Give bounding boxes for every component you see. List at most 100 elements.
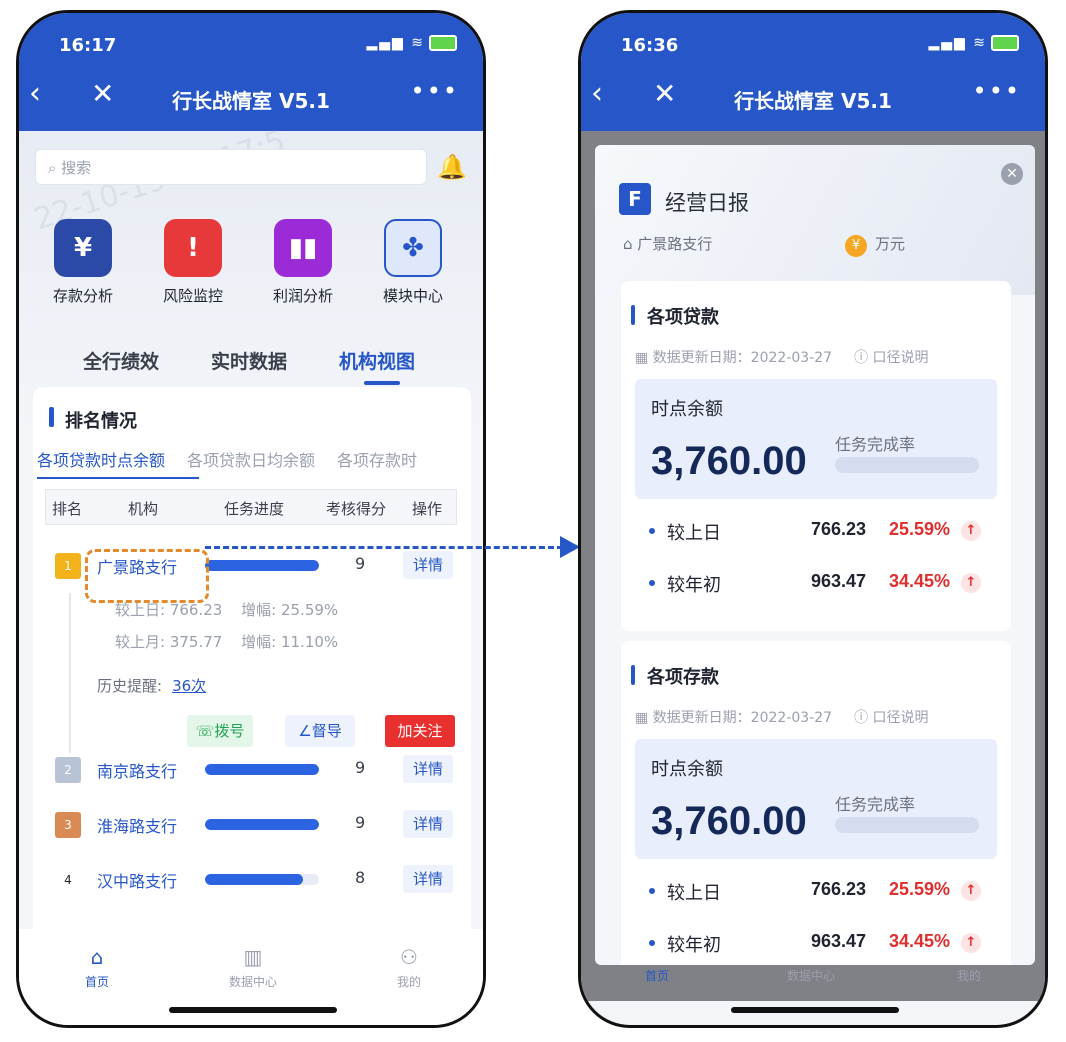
progress-fill: [205, 764, 319, 775]
battery-icon: [991, 35, 1019, 51]
branch-meta: ⌂ 广景路支行: [623, 233, 712, 254]
date-text: 数据更新日期：2022-03-27: [652, 350, 833, 366]
tab-underline: [364, 381, 400, 385]
supervise-button[interactable]: ∠督导: [285, 715, 355, 747]
tab-realtime[interactable]: 实时数据: [211, 347, 287, 374]
table-row[interactable]: 2 南京路支行 9 详情: [45, 755, 457, 785]
detail-button[interactable]: 详情: [403, 755, 453, 783]
bar-chart-icon: ▮▮: [274, 219, 332, 277]
change-percent: 25.59%: [889, 879, 951, 899]
section-title: 各项贷款: [647, 307, 719, 328]
metric-label: 较上日:: [115, 601, 166, 619]
progress-bar: [205, 764, 319, 775]
tab-data-center[interactable]: 数据中心: [787, 967, 835, 984]
th-score: 考核得分: [326, 500, 387, 518]
tab-data-center[interactable]: ▥ 数据中心: [213, 945, 293, 990]
note-link[interactable]: 口径说明: [873, 350, 929, 366]
balance-box: 时点余额 3,760.00 任务完成率: [635, 739, 997, 859]
rank-badge: 4: [55, 867, 81, 893]
search-input[interactable]: ⌕ 搜索: [35, 149, 427, 185]
metric-label: 增幅:: [241, 601, 277, 619]
metric-day: 较上日: 766.23 增幅: 25.59%: [115, 599, 338, 620]
change-label: 较上日: [667, 523, 721, 544]
quick-action-label: 存款分析: [52, 287, 113, 305]
update-date: ▦ 数据更新日期：2022-03-27 ⓘ 口径说明: [635, 347, 929, 367]
close-icon[interactable]: ✕: [1001, 163, 1023, 185]
change-value: 766.23: [811, 879, 867, 899]
home-indicator: [169, 1007, 337, 1013]
detail-button[interactable]: 详情: [403, 810, 453, 838]
metric-label: 增幅:: [241, 633, 277, 651]
subtab-loan-daily[interactable]: 各项贷款日均余额: [187, 447, 315, 471]
branch-name[interactable]: 淮海路支行: [97, 813, 177, 837]
follow-button[interactable]: 加关注: [385, 715, 455, 747]
detail-button[interactable]: 详情: [403, 865, 453, 893]
more-icon[interactable]: •••: [973, 77, 1021, 105]
tab-institution[interactable]: 机构视图: [339, 347, 415, 374]
report-logo-icon: F: [619, 183, 651, 215]
unit-label: 万元: [875, 235, 906, 253]
change-label: 较年初: [667, 935, 721, 956]
subtab-loan-point[interactable]: 各项贷款时点余额: [37, 447, 165, 471]
progress-fill: [205, 819, 319, 830]
section-title: 各项存款: [647, 667, 719, 688]
history-reminder: 历史提醒: 36次: [97, 675, 206, 696]
calendar-icon: ▦: [635, 710, 653, 726]
money-bag-icon: ¥: [54, 219, 112, 277]
phone-right: 16:36 ▂▄▆ ≋ ‹ ✕ 行长战情室 V5.1 ••• F 经营日报 ✕ …: [578, 10, 1048, 1028]
status-time: 16:36: [621, 35, 679, 56]
quick-action-deposit[interactable]: ¥ 存款分析: [33, 219, 133, 306]
status-icons: ▂▄▆ ≋: [929, 35, 1019, 51]
change-label: 较上日: [667, 883, 721, 904]
tab-overall[interactable]: 全行绩效: [83, 347, 159, 374]
tab-mine[interactable]: 我的: [957, 967, 981, 984]
quick-action-risk[interactable]: ! 风险监控: [143, 219, 243, 306]
quick-action-modules[interactable]: ✤ 模块中心: [363, 219, 463, 306]
modal-header: [595, 145, 1035, 295]
change-value: 963.47: [811, 571, 867, 591]
metric-value: 766.23: [169, 601, 223, 619]
change-row: 较上日 766.23 25.59% ↑: [635, 517, 997, 547]
top-bar: 16:17 ▂▄▆ ≋ ‹ ✕ 行长战情室 V5.1 •••: [19, 13, 483, 131]
th-institution: 机构: [128, 500, 159, 518]
change-row: 较上日 766.23 25.59% ↑: [635, 877, 997, 907]
history-link[interactable]: 36次: [172, 677, 206, 695]
connector-arrow-head: [560, 536, 580, 558]
note-link[interactable]: 口径说明: [873, 710, 929, 726]
arrow-up-icon: ↑: [961, 933, 981, 953]
quick-action-label: 模块中心: [382, 287, 443, 305]
battery-icon: [429, 35, 457, 51]
section-marker: [49, 407, 54, 427]
more-icon[interactable]: •••: [411, 77, 459, 105]
tab-home[interactable]: 首页: [645, 967, 669, 984]
tab-label: 首页: [84, 975, 109, 989]
bell-icon[interactable]: 🔔: [437, 153, 467, 181]
call-button[interactable]: ☏拨号: [187, 715, 253, 747]
branch-name: 广景路支行: [637, 235, 713, 253]
table-row[interactable]: 4 汉中路支行 8 详情: [45, 865, 457, 895]
unit-meta: ¥ 万元: [845, 233, 905, 257]
date-text: 数据更新日期：2022-03-27: [652, 710, 833, 726]
call-label: 拨号: [214, 722, 245, 740]
detail-button[interactable]: 详情: [403, 551, 453, 579]
metric-value: 25.59%: [280, 601, 339, 619]
grid-icon: ✤: [384, 219, 442, 277]
top-bar: 16:36 ▂▄▆ ≋ ‹ ✕ 行长战情室 V5.1 •••: [581, 13, 1045, 131]
bullet-icon: [649, 940, 655, 946]
branch-name[interactable]: 南京路支行: [97, 758, 177, 782]
yen-icon: ¥: [845, 235, 867, 257]
tab-mine[interactable]: ⚇ 我的: [369, 945, 449, 990]
tab-home[interactable]: ⌂ 首页: [57, 945, 137, 990]
arrow-up-icon: ↑: [961, 573, 981, 593]
history-label: 历史提醒:: [97, 677, 163, 695]
tab-label: 数据中心: [228, 975, 277, 989]
table-row[interactable]: 3 淮海路支行 9 详情: [45, 810, 457, 840]
connector-arrow-line: [205, 546, 563, 549]
subtab-deposit[interactable]: 各项存款时: [337, 447, 417, 471]
info-icon: ⓘ: [854, 710, 873, 726]
metric-value: 375.77: [169, 633, 223, 651]
quick-action-profit[interactable]: ▮▮ 利润分析: [253, 219, 353, 306]
search-icon: ⌕: [48, 159, 62, 177]
branch-name[interactable]: 汉中路支行: [97, 868, 177, 892]
rate-label: 任务完成率: [835, 435, 916, 454]
